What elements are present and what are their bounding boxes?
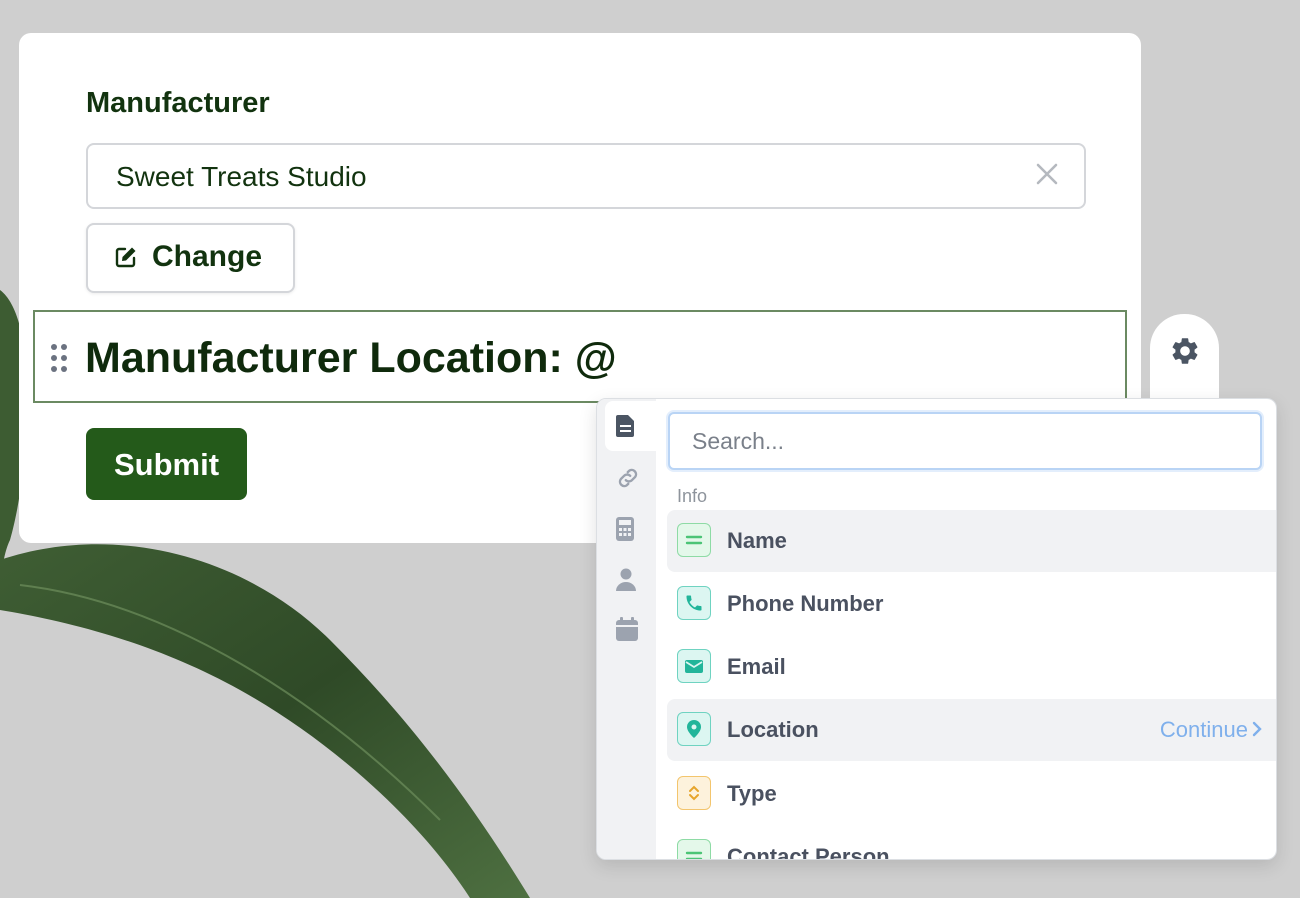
list-item-label: Phone Number [727,591,884,616]
text-lines-icon [677,839,711,859]
rail-tab-document[interactable] [605,401,656,451]
map-pin-icon [677,712,711,746]
calculator-icon [616,517,634,541]
list-item-location[interactable]: Location Continue [667,699,1276,761]
mention-popup: Info Name Phone Number Email Location [596,398,1277,860]
block-text[interactable]: Manufacturer Location: @ [85,334,617,383]
gear-icon[interactable] [1169,335,1201,367]
search-input[interactable] [690,426,1234,456]
rail-tab-link[interactable] [597,452,656,502]
rail-tab-calendar[interactable] [597,603,656,653]
change-button[interactable]: Change [86,223,295,293]
submit-button[interactable]: Submit [86,428,247,500]
rail-tab-calculator[interactable] [597,503,656,553]
manufacturer-value: Sweet Treats Studio [116,161,367,192]
search-field[interactable] [668,412,1262,470]
chevron-right-icon[interactable] [1252,721,1262,737]
list-item-label: Type [727,781,777,806]
drag-handle-icon[interactable] [49,343,71,373]
section-label: Info [677,486,708,506]
calendar-icon [616,617,638,641]
link-icon [618,468,638,488]
list-item-label: Location [727,717,819,742]
list-item-phone-number[interactable]: Phone Number [667,573,1276,635]
envelope-icon [677,649,711,683]
list-item-label: Name [727,528,787,553]
list-item-label: Contact Person [727,844,890,860]
list-item-contact-person[interactable]: Contact Person [667,826,1276,860]
continue-link[interactable]: Continue [1160,717,1248,743]
rail-tab-person[interactable] [597,554,656,604]
text-lines-icon [677,523,711,557]
manufacturer-label: Manufacturer [86,87,270,119]
list-item-label: Email [727,654,786,679]
clear-icon[interactable] [1032,159,1062,189]
person-icon [616,568,636,591]
list-item-name[interactable]: Name [667,510,1276,572]
phone-icon [677,586,711,620]
change-button-label: Change [152,240,263,273]
manufacturer-field[interactable]: Sweet Treats Studio [86,143,1086,209]
list-item-type[interactable]: Type [667,763,1276,825]
submit-button-label: Submit [113,447,220,482]
chevron-updown-icon [677,776,711,810]
document-icon [616,415,634,437]
list-item-email[interactable]: Email [667,636,1276,698]
category-rail [597,399,656,859]
edit-icon [115,247,136,268]
editable-block[interactable]: Manufacturer Location: @ [33,310,1127,403]
